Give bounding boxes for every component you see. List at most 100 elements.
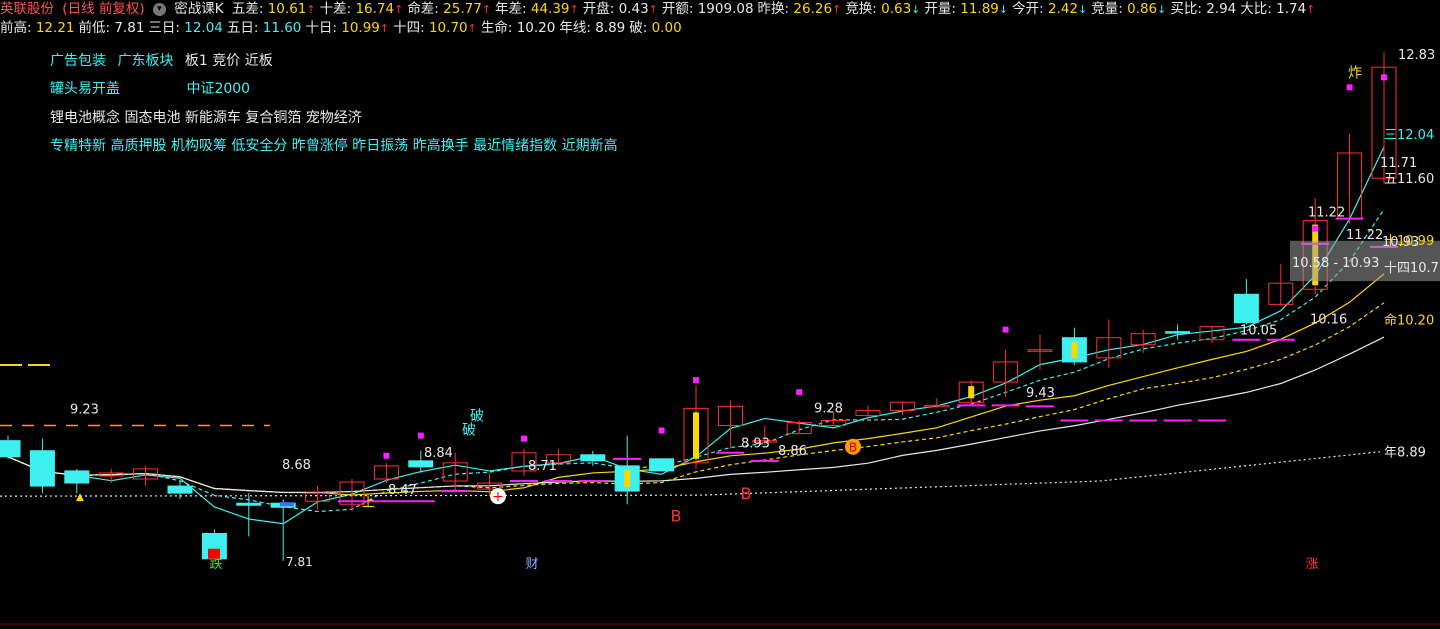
metric-value: 2.42 — [1047, 1, 1079, 17]
arrow-up-icon: ↑ — [1306, 3, 1316, 16]
metric-label: 五日: — [226, 20, 263, 36]
price-label: 11.22 — [1346, 228, 1383, 243]
metric-value: 10.61 — [267, 1, 307, 17]
metric-label: 竞换: — [845, 1, 882, 17]
metric-前低: 前低: 7.81 — [79, 20, 145, 36]
price-label: 8.47 — [388, 483, 417, 498]
price-label: 11.71 — [1380, 156, 1417, 171]
signal-bar — [968, 386, 975, 399]
metric-年差: 年差: 44.39↑ — [495, 1, 579, 17]
metric-label: 年线: — [559, 20, 596, 36]
metric-label: 十四: — [393, 20, 429, 36]
low-price-label: 7.81 — [286, 555, 313, 569]
plus-circle-text: + — [492, 489, 504, 505]
candle-body — [29, 450, 55, 487]
metric-value: 10.20 — [516, 20, 556, 36]
candle-body — [236, 502, 262, 506]
metric-value: 10.70 — [428, 20, 468, 36]
price-label: 8.84 — [424, 446, 453, 461]
buy-b-marker: B — [741, 484, 752, 503]
arrow-down-icon: ↓ — [998, 3, 1009, 16]
signal-dot — [521, 435, 527, 442]
zha-marker: 炸 — [1348, 65, 1362, 81]
metric-label: 昨换: — [757, 1, 794, 17]
metric-前高: 前高: 12.21 — [0, 20, 75, 36]
price-label: 8.86 — [778, 444, 807, 459]
price-label: 9.28 — [814, 401, 843, 416]
metric-十日: 十日: 10.99↑ — [305, 20, 389, 36]
right-axis-label: 五11.60 — [1384, 172, 1434, 187]
arrow-up-icon: ↑ — [481, 3, 492, 16]
period-label[interactable]: (日线 前复权) — [62, 1, 144, 17]
metric-开量: 开量: 11.89↓ — [924, 1, 1008, 17]
arrow-down-icon: ↓ — [911, 3, 921, 16]
signal-dot — [1312, 225, 1319, 232]
shang-marker: 上 — [362, 495, 375, 510]
stock-title[interactable]: 英联股份 — [0, 1, 54, 17]
metric-label: 三日: — [148, 20, 185, 36]
signal-dot — [383, 452, 390, 459]
metric-十四: 十四: 10.70↑ — [393, 20, 477, 36]
metric-label: 开量: — [924, 1, 961, 17]
price-label: 10.05 — [1240, 324, 1277, 339]
arrow-up-icon: ↑ — [467, 22, 477, 35]
metric-value: 0.63 — [881, 1, 912, 17]
metric-value: 1.74 — [1276, 1, 1307, 17]
metric-value: 1909.08 — [697, 1, 754, 17]
price-label: 10.58 - 10.93 — [1292, 256, 1379, 271]
metric-三日: 三日: 12.04 — [148, 20, 223, 36]
metric-value: 12.21 — [35, 20, 75, 36]
price-label: 8.71 — [528, 459, 557, 474]
metric-label: 五差: — [231, 1, 268, 17]
right-axis-label: 十10.99 — [1384, 234, 1434, 249]
circle-b-text: B — [849, 441, 857, 455]
metric-label: 年差: — [495, 1, 531, 17]
arrow-down-icon: ↓ — [1157, 3, 1167, 16]
metric-label: 今开: — [1012, 1, 1048, 17]
chevron-down-icon[interactable]: ▾ — [152, 2, 166, 16]
right-axis-label: 年8.89 — [1384, 446, 1426, 461]
candlestick-chart[interactable]: 9.23 8.68 8.84 8.71 8.47 9.28 8.93 8.86 9.43 10.0… — [0, 42, 1440, 629]
metric-label: 十差: — [319, 1, 356, 17]
metric-生命: 生命: 10.20 — [481, 20, 556, 36]
metric-value: 16.74 — [355, 1, 395, 17]
price-label: 11.22 — [1308, 206, 1345, 221]
metric-value: 10.99 — [341, 20, 380, 36]
metric-value: 11.60 — [262, 20, 302, 36]
metric-value: 11.89 — [960, 1, 999, 17]
metric-label: 生命: — [480, 20, 517, 36]
metric-value: 26.26 — [793, 1, 833, 17]
signal-dot — [1381, 74, 1387, 81]
candle-body — [1233, 293, 1259, 324]
metric-label: 破: — [629, 20, 652, 36]
candle-body — [408, 460, 434, 468]
candle-body — [649, 458, 675, 472]
metric-value: 0.00 — [651, 20, 682, 36]
arrow-up-icon: ↑ — [832, 3, 842, 16]
metric-label: 开额: — [661, 1, 698, 17]
blue-marker — [280, 502, 294, 507]
metric-label: 前低: — [78, 20, 115, 36]
signal-dot — [1002, 326, 1009, 333]
metric-昨换: 昨换: 26.26↑ — [758, 1, 842, 17]
arrow-up-icon: ↑ — [648, 3, 658, 16]
candle-body — [580, 454, 606, 462]
price-label: 10.16 — [1310, 313, 1347, 328]
metric-竞换: 竞换: 0.63↓ — [845, 1, 920, 17]
header-row-2: 前高: 12.21 前低: 7.81 三日: 12.04 五日: 11.60 十日: 1… — [0, 19, 690, 37]
metric-label: 开盘: — [582, 1, 619, 17]
metric-竞量: 竞量: 0.86↓ — [1091, 1, 1166, 17]
metric-label: 大比: — [1240, 1, 1277, 17]
signal-dot — [658, 427, 665, 434]
metric-label: 命差: — [407, 1, 444, 17]
header-row-1: 英联股份 (日线 前复权) ▾ 密战课K 五差: 10.61↑ 十差: 16.74… — [0, 0, 1323, 18]
arrow-down-icon: ↓ — [1078, 3, 1088, 16]
po-marker: 破 — [462, 423, 476, 439]
header-metrics-1: 五差: 10.61↑ 十差: 16.74↑ 命差: 25.77↑ 年差: 44.39↑… — [232, 1, 1320, 17]
indicator-name[interactable]: 密战课K — [174, 1, 223, 17]
metric-五差: 五差: 10.61↑ — [232, 1, 316, 17]
metric-value: 2.94 — [1206, 1, 1237, 17]
signal-dot — [1346, 84, 1353, 91]
metric-label: 竞量: — [1091, 1, 1128, 17]
metric-value: 44.39 — [530, 1, 570, 17]
